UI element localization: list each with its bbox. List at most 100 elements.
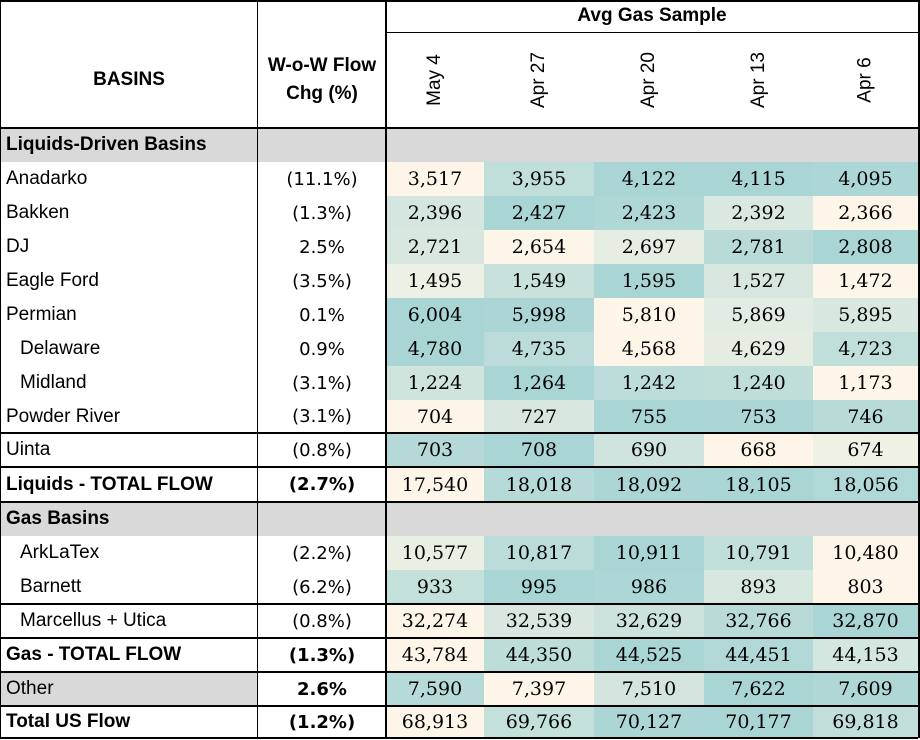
value-cell: 7,590 <box>386 672 484 706</box>
value-cell: 4,723 <box>813 332 918 366</box>
basin-name: Anadarko <box>6 168 88 189</box>
grid-header-divider <box>386 32 918 33</box>
value-cell: 2,423 <box>594 196 704 230</box>
value-cell: 690 <box>594 433 704 467</box>
value-cell: 3,955 <box>484 162 594 196</box>
value-cell: 933 <box>386 570 484 604</box>
grid-row-separator <box>0 637 918 639</box>
grid-row-separator <box>0 705 918 707</box>
grid-outer-top <box>0 0 918 2</box>
wow-change: (3.1%) <box>292 406 352 427</box>
value-cell: 10,577 <box>386 536 484 570</box>
grid-row-separator <box>0 671 918 673</box>
grid-row-separator <box>0 432 918 434</box>
value-cell: 4,095 <box>813 162 918 196</box>
value-cell: 1,173 <box>813 366 918 400</box>
value-cell: 2,366 <box>813 196 918 230</box>
wow-change: (3.1%) <box>292 372 352 394</box>
basin-name: DJ <box>6 236 30 257</box>
value-cell: 5,869 <box>704 298 813 332</box>
header-date-label: May 4 <box>424 54 445 106</box>
value-cell: 755 <box>594 400 704 433</box>
value-cell: 703 <box>386 433 484 467</box>
header-date: Apr 20 <box>594 32 704 128</box>
basin-name: Marcellus + Utica <box>20 610 167 631</box>
grid-row-separator <box>0 466 918 468</box>
wow-change: (0.8%) <box>292 439 352 461</box>
value-cell: 708 <box>484 433 594 467</box>
basin-name: Permian <box>6 304 77 325</box>
value-cell: 1,595 <box>594 264 704 298</box>
value-cell: 1,264 <box>484 366 594 400</box>
value-cell: 10,791 <box>704 536 813 570</box>
value-cell: 32,870 <box>813 604 918 638</box>
value-cell: 7,609 <box>813 672 918 706</box>
wow-change: (1.3%) <box>288 644 356 666</box>
value-cell: 44,153 <box>813 638 918 672</box>
grid-row-separator <box>0 501 918 503</box>
value-cell: 4,122 <box>594 162 704 196</box>
value-cell: 6,004 <box>386 298 484 332</box>
value-cell: 3,517 <box>386 162 484 196</box>
value-cell: 18,092 <box>594 467 704 502</box>
value-cell: 5,810 <box>594 298 704 332</box>
value-cell: 1,549 <box>484 264 594 298</box>
value-cell: 1,472 <box>813 264 918 298</box>
header-basins: BASINS <box>93 69 165 90</box>
value-cell: 1,527 <box>704 264 813 298</box>
basin-name: Delaware <box>20 338 101 359</box>
value-cell: 68,913 <box>386 706 484 738</box>
value-cell: 995 <box>484 570 594 604</box>
value-cell: 1,242 <box>594 366 704 400</box>
section-header: Gas Basins <box>0 502 386 536</box>
value-cell: 746 <box>813 400 918 433</box>
value-cell: 18,018 <box>484 467 594 502</box>
value-cell: 7,622 <box>704 672 813 706</box>
value-cell: 7,510 <box>594 672 704 706</box>
grid-col-basins <box>257 0 258 738</box>
total-row-label: Liquids - TOTAL FLOW <box>6 473 213 495</box>
grid-header-bottom <box>0 127 918 129</box>
value-cell: 803 <box>813 570 918 604</box>
header-avg-gas-sample: Avg Gas Sample <box>577 5 727 26</box>
value-cell: 17,540 <box>386 467 484 502</box>
value-cell: 674 <box>813 433 918 467</box>
value-cell: 10,911 <box>594 536 704 570</box>
value-cell: 32,539 <box>484 604 594 638</box>
header-date: Apr 6 <box>813 32 918 128</box>
value-cell: 44,350 <box>484 638 594 672</box>
value-cell: 70,127 <box>594 706 704 738</box>
value-cell: 2,654 <box>484 230 594 264</box>
wow-change: (0.8%) <box>292 610 352 632</box>
header-date-label: Apr 20 <box>637 52 659 108</box>
gas-flow-table: BASINS W-o-W Flow Chg (%) Avg Gas Sample Ma… <box>0 0 920 740</box>
value-cell: 70,177 <box>704 706 813 738</box>
value-cell: 704 <box>386 400 484 433</box>
value-cell: 1,495 <box>386 264 484 298</box>
wow-change: (1.3%) <box>292 202 352 224</box>
value-cell: 32,766 <box>704 604 813 638</box>
value-cell: 43,784 <box>386 638 484 672</box>
wow-change: 0.1% <box>299 304 345 326</box>
header-date-label: Apr 13 <box>747 52 769 108</box>
value-cell: 44,451 <box>704 638 813 672</box>
value-cell: 727 <box>484 400 594 433</box>
value-cell: 2,427 <box>484 196 594 230</box>
header-date: May 4 <box>386 32 484 128</box>
header-date-label: Apr 6 <box>854 57 876 103</box>
value-cell: 10,480 <box>813 536 918 570</box>
basin-name: Other <box>0 672 258 706</box>
basin-name: Midland <box>20 372 87 393</box>
value-cell: 2,721 <box>386 230 484 264</box>
section-filler <box>386 502 918 536</box>
wow-change: (11.1%) <box>286 168 358 190</box>
basin-name: Bakken <box>6 202 70 223</box>
basin-name: Powder River <box>6 405 121 427</box>
value-cell: 5,895 <box>813 298 918 332</box>
value-cell: 69,818 <box>813 706 918 738</box>
value-cell: 44,525 <box>594 638 704 672</box>
value-cell: 4,735 <box>484 332 594 366</box>
header-date-label: Apr 27 <box>527 52 549 108</box>
total-row-label: Gas - TOTAL FLOW <box>6 644 182 665</box>
value-cell: 1,224 <box>386 366 484 400</box>
